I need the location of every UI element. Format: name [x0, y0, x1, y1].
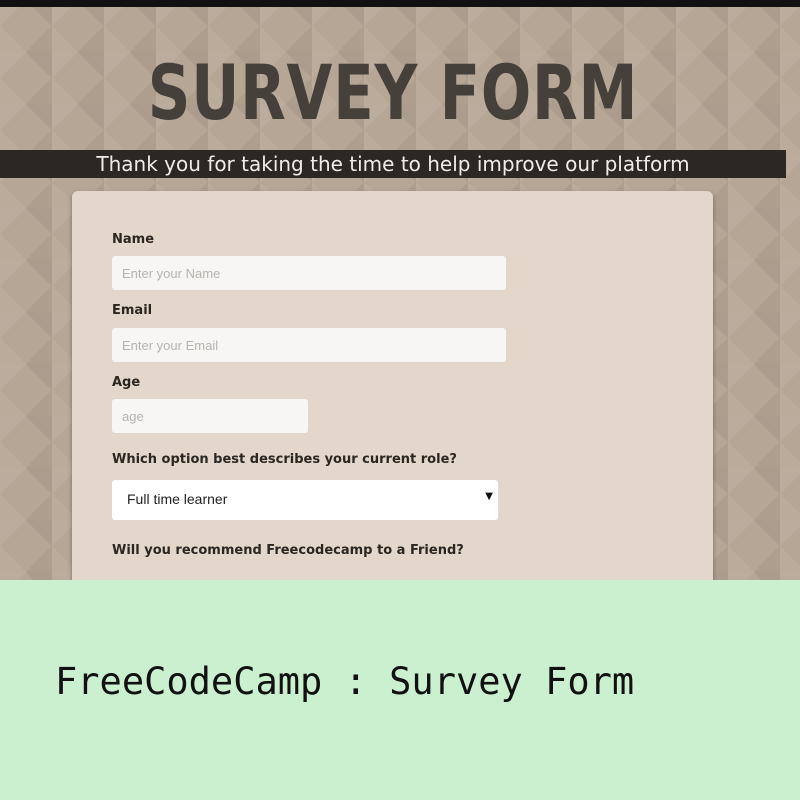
top-bar: [0, 0, 800, 7]
role-selected-value: Full time learner: [127, 491, 228, 507]
role-select[interactable]: Full time learner ▼: [112, 480, 498, 520]
caption-text: FreeCodeCamp : Survey Form: [55, 660, 635, 703]
email-input[interactable]: [112, 328, 506, 362]
name-label: Name: [112, 232, 155, 247]
caret-down-icon: ▼: [485, 491, 493, 502]
age-label: Age: [112, 375, 141, 390]
name-input[interactable]: [112, 256, 506, 290]
age-input[interactable]: [112, 399, 308, 433]
recommend-label: Will you recommend Freecodecamp to a Fri…: [112, 543, 464, 558]
role-label: Which option best describes your current…: [112, 452, 457, 467]
page-title: SURVEY FORM: [147, 48, 639, 137]
email-label: Email: [112, 303, 153, 318]
screenshot-area: SURVEY FORM Thank you for taking the tim…: [0, 0, 800, 580]
subtitle-banner: Thank you for taking the time to help im…: [0, 150, 786, 178]
survey-form-card: Name Email Age Which option best describ…: [72, 191, 713, 580]
